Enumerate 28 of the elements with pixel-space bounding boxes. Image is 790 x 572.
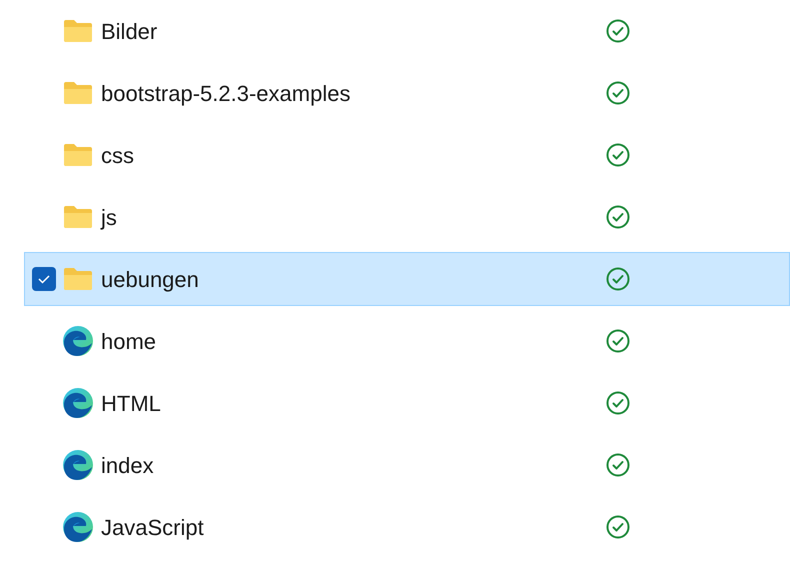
file-row[interactable]: css — [24, 128, 790, 182]
file-name: index — [101, 452, 155, 480]
file-name: Bilder — [101, 18, 158, 46]
file-row[interactable]: bootstrap-5.2.3-examples — [24, 66, 790, 120]
file-name: bootstrap-5.2.3-examples — [101, 80, 352, 108]
folder-icon — [63, 267, 93, 291]
file-row[interactable]: HTML — [24, 376, 790, 430]
file-row[interactable]: uebungen — [24, 252, 790, 306]
folder-icon — [63, 19, 93, 43]
file-name: HTML — [101, 390, 162, 418]
file-row[interactable]: js — [24, 190, 790, 244]
file-name: js — [101, 204, 118, 232]
folder-icon — [63, 81, 93, 105]
file-row[interactable]: home — [24, 314, 790, 368]
folder-icon — [63, 205, 93, 229]
file-name: home — [101, 328, 158, 356]
file-name: uebungen — [101, 266, 200, 294]
file-row[interactable]: index — [24, 438, 790, 492]
file-name: css — [101, 142, 135, 170]
folder-icon — [63, 143, 93, 167]
file-name: JavaScript — [101, 514, 205, 542]
swirl-icon — [62, 449, 94, 481]
swirl-icon — [62, 511, 94, 543]
file-row[interactable]: JavaScript — [24, 500, 790, 554]
swirl-icon — [62, 325, 94, 357]
file-row[interactable]: Bilder — [24, 4, 790, 58]
checkbox[interactable] — [32, 267, 56, 291]
swirl-icon — [62, 387, 94, 419]
